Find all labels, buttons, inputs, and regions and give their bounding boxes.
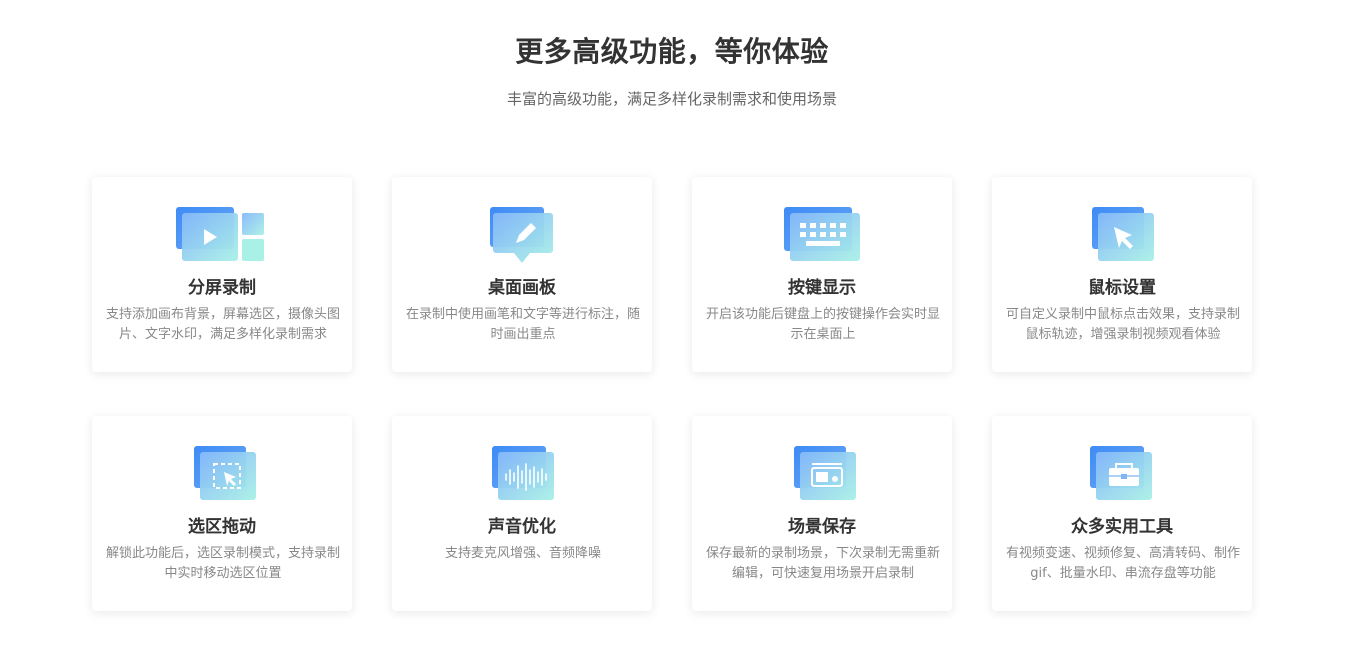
feature-card-toolbox[interactable]: 众多实用工具 有视频变速、视频修复、高清转码、制作gif、批量水印、串流存盘等功…	[992, 416, 1252, 611]
feature-card-scene-save[interactable]: 场景保存 保存最新的录制场景，下次录制无需重新编辑，可快速复用场景开启录制	[692, 416, 952, 611]
feature-desc: 有视频变速、视频修复、高清转码、制作gif、批量水印、串流存盘等功能	[1005, 546, 1240, 581]
whiteboard-pen-icon	[476, 207, 568, 267]
feature-desc: 支持添加画布背景，屏幕选区，摄像头图片、文字水印，满足多样化录制需求	[105, 307, 340, 342]
feature-card-audio[interactable]: 声音优化 支持麦克风增强、音频降噪	[392, 416, 652, 611]
feature-title: 鼠标设置	[1088, 278, 1156, 298]
feature-desc: 保存最新的录制场景，下次录制无需重新编辑，可快速复用场景开启录制	[705, 546, 940, 581]
feature-title: 场景保存	[788, 517, 856, 537]
feature-desc: 支持麦克风增强、音频降噪	[444, 546, 601, 561]
mouse-cursor-icon	[1076, 207, 1168, 267]
feature-title: 声音优化	[488, 517, 556, 537]
feature-desc: 可自定义录制中鼠标点击效果，支持录制鼠标轨迹，增强录制视频观看体验	[1005, 307, 1240, 342]
feature-card-mouse[interactable]: 鼠标设置 可自定义录制中鼠标点击效果，支持录制鼠标轨迹，增强录制视频观看体验	[992, 177, 1252, 372]
feature-card-split-screen[interactable]: 分屏录制 支持添加画布背景，屏幕选区，摄像头图片、文字水印，满足多样化录制需求	[92, 177, 352, 372]
feature-card-whiteboard[interactable]: 桌面画板 在录制中使用画笔和文字等进行标注，随时画出重点	[392, 177, 652, 372]
feature-card-region-drag[interactable]: 选区拖动 解锁此功能后，选区录制模式，支持录制中实时移动选区位置	[92, 416, 352, 611]
feature-desc: 在录制中使用画笔和文字等进行标注，随时画出重点	[405, 307, 640, 342]
feature-title: 按键显示	[788, 278, 856, 298]
keyboard-icon	[776, 207, 868, 267]
feature-title: 众多实用工具	[1071, 517, 1173, 537]
feature-grid: 分屏录制 支持添加画布背景，屏幕选区，摄像头图片、文字水印，满足多样化录制需求 …	[92, 177, 1252, 611]
feature-title: 分屏录制	[188, 278, 256, 298]
toolbox-icon	[1076, 446, 1168, 506]
feature-desc: 开启该功能后键盘上的按键操作会实时显示在桌面上	[705, 307, 940, 342]
scene-save-icon	[776, 446, 868, 506]
audio-wave-icon	[476, 446, 568, 506]
page-subtitle: 丰富的高级功能，满足多样化录制需求和使用场景	[506, 90, 837, 108]
feature-title: 桌面画板	[488, 278, 556, 298]
region-drag-icon	[176, 446, 268, 506]
split-screen-icon	[176, 207, 268, 267]
feature-title: 选区拖动	[188, 517, 256, 537]
feature-card-keyboard[interactable]: 按键显示 开启该功能后键盘上的按键操作会实时显示在桌面上	[692, 177, 952, 372]
page-title: 更多高级功能，等你体验	[515, 35, 829, 68]
feature-desc: 解锁此功能后，选区录制模式，支持录制中实时移动选区位置	[105, 546, 340, 581]
